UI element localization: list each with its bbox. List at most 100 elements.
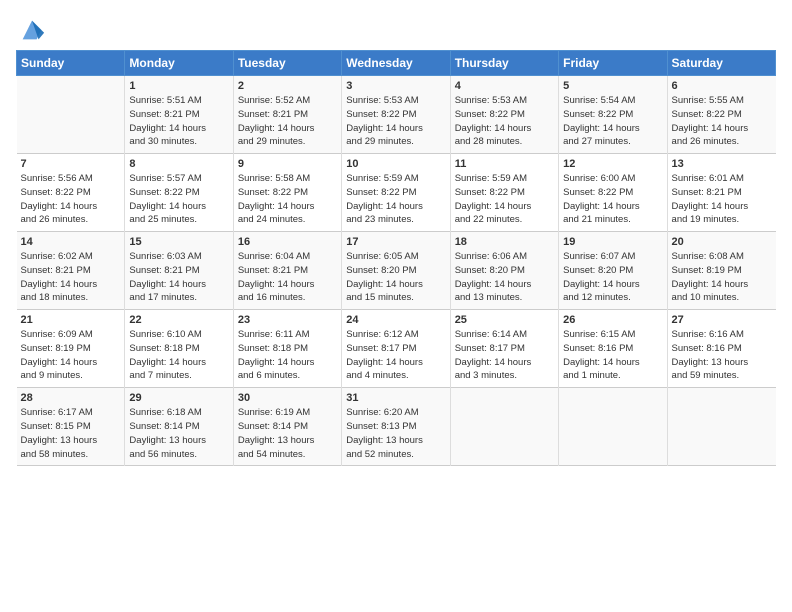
day-number: 25 [455, 314, 554, 326]
calendar-cell: 23 Sunrise: 6:11 AMSunset: 8:18 PMDayligh… [233, 310, 341, 388]
day-info: Sunrise: 6:20 AMSunset: 8:13 PMDaylight:… [346, 406, 445, 461]
day-number: 9 [238, 158, 337, 170]
calendar-cell: 20Sunrise: 6:08 AMSunset: 8:19 PMDayligh… [667, 232, 775, 310]
calendar-cell: 13 Sunrise: 6:01 AMSunset: 8:21 PMDayligh… [667, 154, 775, 232]
calendar-table: SundayMondayTuesdayWednesdayThursdayFrid… [16, 50, 776, 466]
header-day-monday: Monday [125, 51, 233, 76]
calendar-cell: 1Sunrise: 5:51 AMSunset: 8:21 PMDaylight… [125, 76, 233, 154]
header-day-thursday: Thursday [450, 51, 558, 76]
header-day-sunday: Sunday [17, 51, 125, 76]
calendar-cell: 17 Sunrise: 6:05 AMSunset: 8:20 PMDayligh… [342, 232, 450, 310]
day-info: Sunrise: 6:10 AMSunset: 8:18 PMDaylight:… [129, 328, 228, 383]
day-number: 1 [129, 80, 228, 92]
day-number: 5 [563, 80, 662, 92]
calendar-cell: 2 Sunrise: 5:52 AMSunset: 8:21 PMDaylight… [233, 76, 341, 154]
calendar-cell: 25 Sunrise: 6:14 AMSunset: 8:17 PMDayligh… [450, 310, 558, 388]
day-number: 27 [672, 314, 772, 326]
day-number: 29 [129, 392, 228, 404]
calendar-cell: 29 Sunrise: 6:18 AMSunset: 8:14 PMDayligh… [125, 388, 233, 466]
day-info: Sunrise: 6:17 AMSunset: 8:15 PMDaylight:… [21, 406, 121, 461]
calendar-cell: 7 Sunrise: 5:56 AMSunset: 8:22 PMDaylight… [17, 154, 125, 232]
day-number: 16 [238, 236, 337, 248]
day-number: 4 [455, 80, 554, 92]
day-number: 2 [238, 80, 337, 92]
day-number: 12 [563, 158, 662, 170]
day-number: 26 [563, 314, 662, 326]
day-number: 23 [238, 314, 337, 326]
day-number: 15 [129, 236, 228, 248]
header-day-wednesday: Wednesday [342, 51, 450, 76]
day-info: Sunrise: 6:09 AMSunset: 8:19 PMDaylight:… [21, 328, 121, 383]
day-number: 17 [346, 236, 445, 248]
day-info: Sunrise: 6:01 AMSunset: 8:21 PMDaylight:… [672, 172, 772, 227]
week-row-3: 21 Sunrise: 6:09 AMSunset: 8:19 PMDayligh… [17, 310, 776, 388]
calendar-cell: 18 Sunrise: 6:06 AMSunset: 8:20 PMDayligh… [450, 232, 558, 310]
calendar-cell: 31 Sunrise: 6:20 AMSunset: 8:13 PMDayligh… [342, 388, 450, 466]
day-number: 22 [129, 314, 228, 326]
day-number: 3 [346, 80, 445, 92]
day-number: 10 [346, 158, 445, 170]
logo [16, 16, 46, 44]
day-number: 8 [129, 158, 228, 170]
calendar-cell: 26 Sunrise: 6:15 AMSunset: 8:16 PMDayligh… [559, 310, 667, 388]
calendar-cell [450, 388, 558, 466]
day-number: 24 [346, 314, 445, 326]
calendar-header: SundayMondayTuesdayWednesdayThursdayFrid… [17, 51, 776, 76]
day-info: Sunrise: 6:14 AMSunset: 8:17 PMDaylight:… [455, 328, 554, 383]
day-number: 13 [672, 158, 772, 170]
day-info: Sunrise: 6:06 AMSunset: 8:20 PMDaylight:… [455, 250, 554, 305]
day-number: 21 [21, 314, 121, 326]
day-info: Sunrise: 5:57 AMSunset: 8:22 PMDaylight:… [129, 172, 228, 227]
week-row-0: 1Sunrise: 5:51 AMSunset: 8:21 PMDaylight… [17, 76, 776, 154]
logo-icon [18, 16, 46, 44]
day-info: Sunrise: 6:12 AMSunset: 8:17 PMDaylight:… [346, 328, 445, 383]
day-info: Sunrise: 5:58 AMSunset: 8:22 PMDaylight:… [238, 172, 337, 227]
day-info: Sunrise: 6:16 AMSunset: 8:16 PMDaylight:… [672, 328, 772, 383]
day-info: Sunrise: 5:55 AMSunset: 8:22 PMDaylight:… [672, 94, 772, 149]
day-info: Sunrise: 6:15 AMSunset: 8:16 PMDaylight:… [563, 328, 662, 383]
header-day-saturday: Saturday [667, 51, 775, 76]
day-info: Sunrise: 5:59 AMSunset: 8:22 PMDaylight:… [455, 172, 554, 227]
day-info: Sunrise: 6:04 AMSunset: 8:21 PMDaylight:… [238, 250, 337, 305]
calendar-cell: 5 Sunrise: 5:54 AMSunset: 8:22 PMDaylight… [559, 76, 667, 154]
day-number: 30 [238, 392, 337, 404]
calendar-cell: 24 Sunrise: 6:12 AMSunset: 8:17 PMDayligh… [342, 310, 450, 388]
day-number: 28 [21, 392, 121, 404]
calendar-cell [17, 76, 125, 154]
week-row-4: 28 Sunrise: 6:17 AMSunset: 8:15 PMDayligh… [17, 388, 776, 466]
day-info: Sunrise: 6:19 AMSunset: 8:14 PMDaylight:… [238, 406, 337, 461]
day-info: Sunrise: 5:59 AMSunset: 8:22 PMDaylight:… [346, 172, 445, 227]
page-container: SundayMondayTuesdayWednesdayThursdayFrid… [0, 0, 792, 474]
calendar-cell: 8 Sunrise: 5:57 AMSunset: 8:22 PMDaylight… [125, 154, 233, 232]
calendar-cell: 14Sunrise: 6:02 AMSunset: 8:21 PMDayligh… [17, 232, 125, 310]
day-number: 11 [455, 158, 554, 170]
calendar-cell: 11 Sunrise: 5:59 AMSunset: 8:22 PMDayligh… [450, 154, 558, 232]
day-info: Sunrise: 6:18 AMSunset: 8:14 PMDaylight:… [129, 406, 228, 461]
calendar-cell: 28 Sunrise: 6:17 AMSunset: 8:15 PMDayligh… [17, 388, 125, 466]
calendar-cell: 4Sunrise: 5:53 AMSunset: 8:22 PMDaylight… [450, 76, 558, 154]
calendar-cell: 21 Sunrise: 6:09 AMSunset: 8:19 PMDayligh… [17, 310, 125, 388]
calendar-cell [667, 388, 775, 466]
day-info: Sunrise: 5:54 AMSunset: 8:22 PMDaylight:… [563, 94, 662, 149]
calendar-cell: 19Sunrise: 6:07 AMSunset: 8:20 PMDayligh… [559, 232, 667, 310]
day-number: 20 [672, 236, 772, 248]
calendar-cell: 15 Sunrise: 6:03 AMSunset: 8:21 PMDayligh… [125, 232, 233, 310]
day-info: Sunrise: 5:52 AMSunset: 8:21 PMDaylight:… [238, 94, 337, 149]
calendar-cell: 9 Sunrise: 5:58 AMSunset: 8:22 PMDaylight… [233, 154, 341, 232]
day-info: Sunrise: 6:03 AMSunset: 8:21 PMDaylight:… [129, 250, 228, 305]
calendar-cell: 22 Sunrise: 6:10 AMSunset: 8:18 PMDayligh… [125, 310, 233, 388]
calendar-cell: 12Sunrise: 6:00 AMSunset: 8:22 PMDayligh… [559, 154, 667, 232]
header [16, 12, 776, 44]
day-number: 7 [21, 158, 121, 170]
header-day-tuesday: Tuesday [233, 51, 341, 76]
day-info: Sunrise: 5:56 AMSunset: 8:22 PMDaylight:… [21, 172, 121, 227]
day-info: Sunrise: 6:11 AMSunset: 8:18 PMDaylight:… [238, 328, 337, 383]
day-number: 18 [455, 236, 554, 248]
day-number: 31 [346, 392, 445, 404]
calendar-cell [559, 388, 667, 466]
day-info: Sunrise: 6:05 AMSunset: 8:20 PMDaylight:… [346, 250, 445, 305]
week-row-2: 14Sunrise: 6:02 AMSunset: 8:21 PMDayligh… [17, 232, 776, 310]
calendar-body: 1Sunrise: 5:51 AMSunset: 8:21 PMDaylight… [17, 76, 776, 466]
calendar-cell: 16 Sunrise: 6:04 AMSunset: 8:21 PMDayligh… [233, 232, 341, 310]
calendar-cell: 3Sunrise: 5:53 AMSunset: 8:22 PMDaylight… [342, 76, 450, 154]
